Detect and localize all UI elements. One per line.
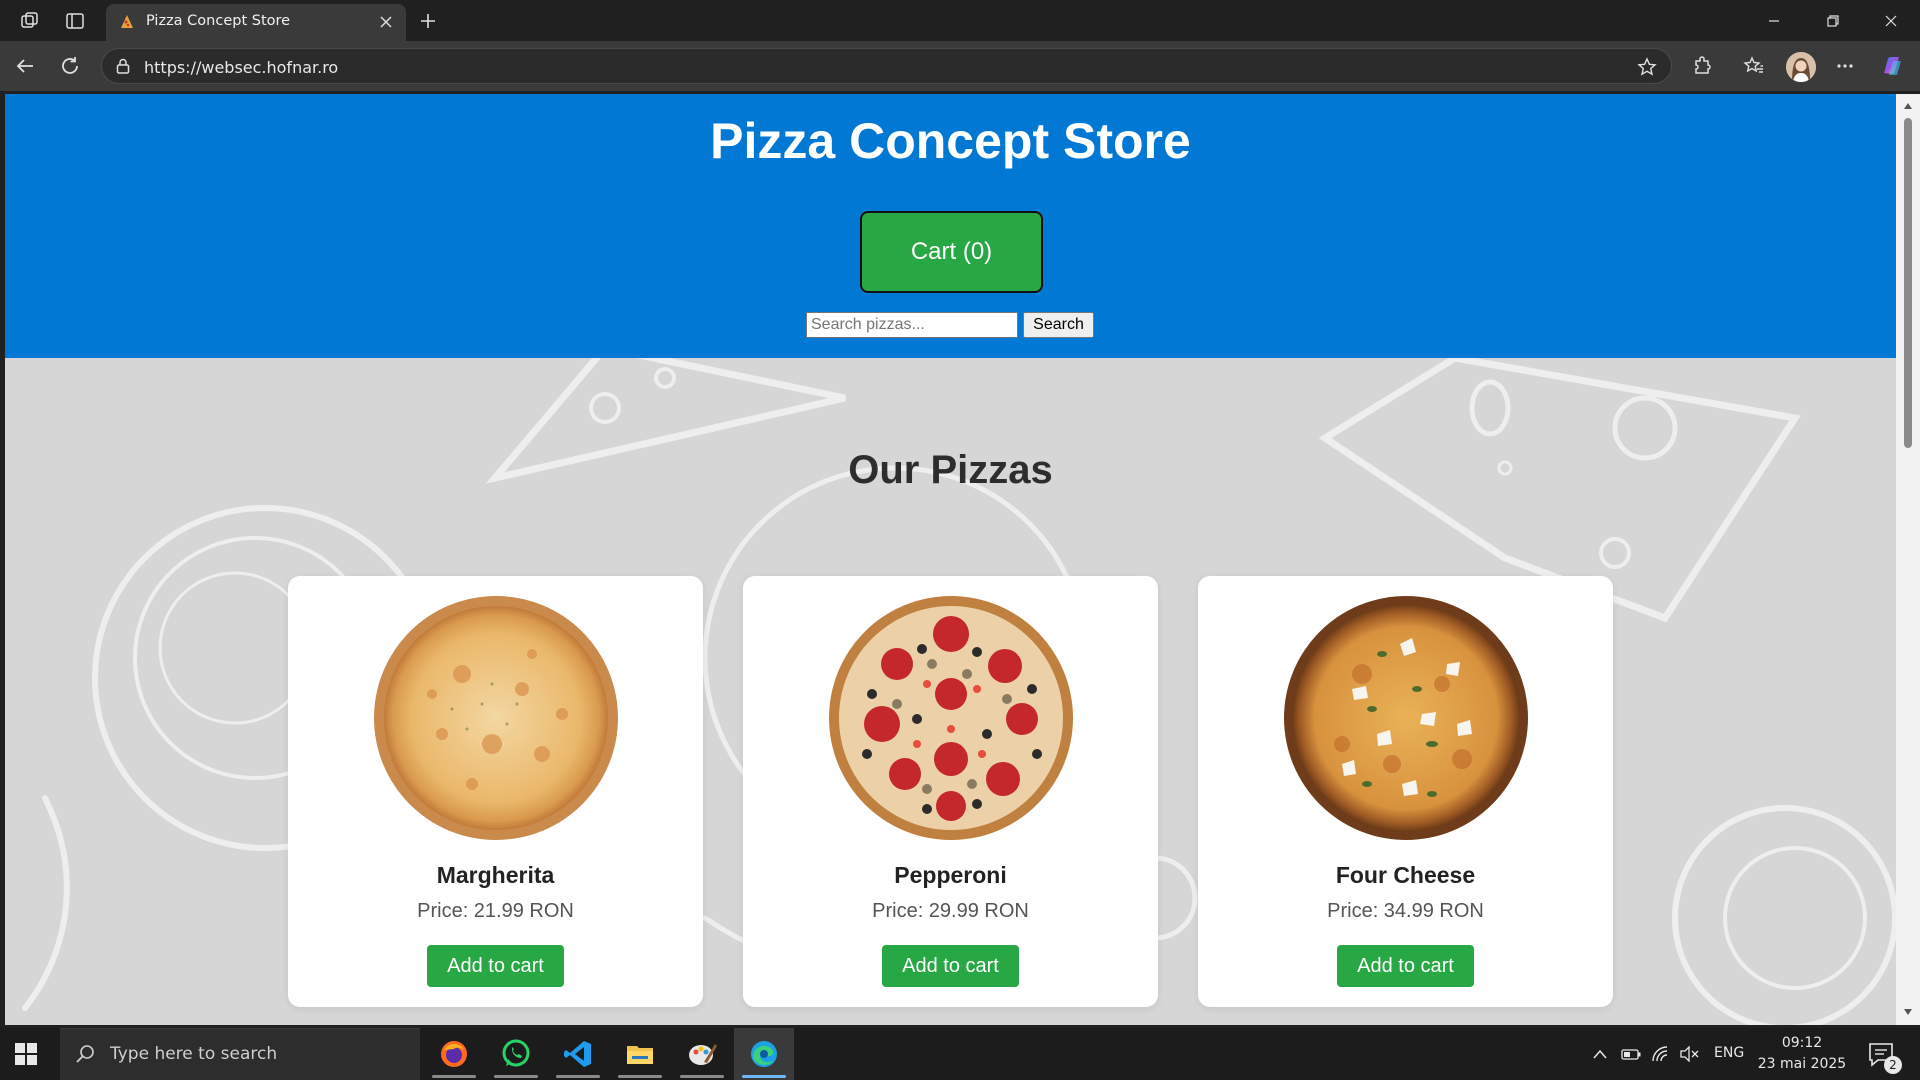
- back-icon[interactable]: [10, 51, 40, 81]
- store-title: Pizza Concept Store: [710, 113, 1191, 169]
- file-explorer-icon[interactable]: [610, 1028, 670, 1080]
- minimize-icon[interactable]: [1751, 6, 1797, 36]
- add-to-cart-button[interactable]: Add to cart: [427, 945, 564, 987]
- firefox-icon[interactable]: [424, 1028, 484, 1080]
- pizza-card-four-cheese: Four Cheese Price: 34.99 RON Add to cart: [1198, 576, 1613, 1007]
- clock-time[interactable]: 09:12: [1760, 1035, 1844, 1051]
- store-header: Pizza Concept Store Cart (0) Search: [5, 94, 1896, 358]
- search-icon: [76, 1045, 94, 1063]
- extensions-icon[interactable]: [1688, 51, 1718, 81]
- windows-start-icon[interactable]: [12, 1040, 40, 1068]
- clock-date[interactable]: 23 mai 2025: [1755, 1056, 1849, 1072]
- volume-muted-icon[interactable]: [1678, 1042, 1700, 1066]
- network-icon[interactable]: [1650, 1042, 1672, 1066]
- restore-icon[interactable]: [1810, 6, 1856, 36]
- pizza-card-pepperoni: Pepperoni Price: 29.99 RON Add to cart: [743, 576, 1158, 1007]
- browser-title-bar: Pizza Concept Store: [0, 0, 1920, 41]
- browser-toolbar: https://websec.hofnar.ro: [0, 41, 1920, 91]
- taskbar-search-box[interactable]: Type here to search: [60, 1028, 420, 1080]
- whatsapp-icon[interactable]: [486, 1028, 546, 1080]
- vscode-icon[interactable]: [548, 1028, 608, 1080]
- lock-icon[interactable]: [114, 57, 132, 75]
- pizza-price: Price: 34.99 RON: [1327, 900, 1484, 922]
- paint-icon[interactable]: [672, 1028, 732, 1080]
- more-options-icon[interactable]: [1830, 51, 1860, 81]
- scroll-down-icon[interactable]: [1902, 1006, 1914, 1018]
- margherita-pizza-image: [374, 596, 618, 840]
- taskbar-search-text: Type here to search: [110, 1044, 278, 1064]
- profile-avatar[interactable]: [1786, 52, 1816, 82]
- page-viewport: Pizza Concept Store Cart (0) Search Our …: [5, 94, 1896, 1025]
- battery-icon[interactable]: [1620, 1042, 1642, 1066]
- new-tab-icon[interactable]: [414, 7, 442, 35]
- url-text[interactable]: https://websec.hofnar.ro: [144, 58, 338, 77]
- tab-title: Pizza Concept Store: [146, 13, 291, 29]
- page-scrollbar[interactable]: [1896, 94, 1920, 1025]
- search-input[interactable]: [806, 312, 1018, 338]
- scroll-thumb[interactable]: [1904, 118, 1912, 448]
- notification-count-badge: 2: [1884, 1056, 1902, 1074]
- search-button[interactable]: Search: [1023, 312, 1094, 338]
- browser-tab-active[interactable]: Pizza Concept Store: [106, 4, 406, 41]
- close-window-icon[interactable]: [1868, 6, 1914, 36]
- favorites-icon[interactable]: [1739, 51, 1769, 81]
- cart-button[interactable]: Cart (0): [860, 211, 1043, 293]
- favorite-star-icon[interactable]: [1635, 55, 1659, 79]
- copilot-icon[interactable]: [1877, 51, 1907, 81]
- address-bar[interactable]: https://websec.hofnar.ro: [101, 48, 1672, 84]
- tray-overflow-icon[interactable]: [1588, 1042, 1612, 1066]
- pizza-name: Pepperoni: [894, 862, 1007, 888]
- pizza-favicon-icon: [121, 15, 133, 28]
- refresh-icon[interactable]: [55, 51, 85, 81]
- four-cheese-pizza-image: [1284, 596, 1528, 840]
- pepperoni-pizza-image: [829, 596, 1073, 840]
- vertical-tabs-icon[interactable]: [62, 8, 88, 34]
- edge-icon[interactable]: [734, 1028, 794, 1080]
- pizza-name: Margherita: [436, 862, 555, 888]
- scroll-up-icon[interactable]: [1902, 100, 1914, 112]
- add-to-cart-button[interactable]: Add to cart: [882, 945, 1019, 987]
- tab-close-icon[interactable]: [374, 10, 398, 34]
- pizza-card-margherita: Margherita Price: 21.99 RON Add to cart: [288, 576, 703, 1007]
- add-to-cart-button[interactable]: Add to cart: [1337, 945, 1474, 987]
- pizza-price: Price: 29.99 RON: [872, 900, 1029, 922]
- pizza-name: Four Cheese: [1335, 862, 1476, 888]
- windows-taskbar: Type here to search ENG 09:12 23 mai 202…: [0, 1028, 1920, 1080]
- workspaces-icon[interactable]: [17, 8, 43, 34]
- pizza-price: Price: 21.99 RON: [417, 900, 574, 922]
- language-indicator[interactable]: ENG: [1714, 1045, 1744, 1061]
- section-title: Our Pizzas: [848, 448, 1053, 492]
